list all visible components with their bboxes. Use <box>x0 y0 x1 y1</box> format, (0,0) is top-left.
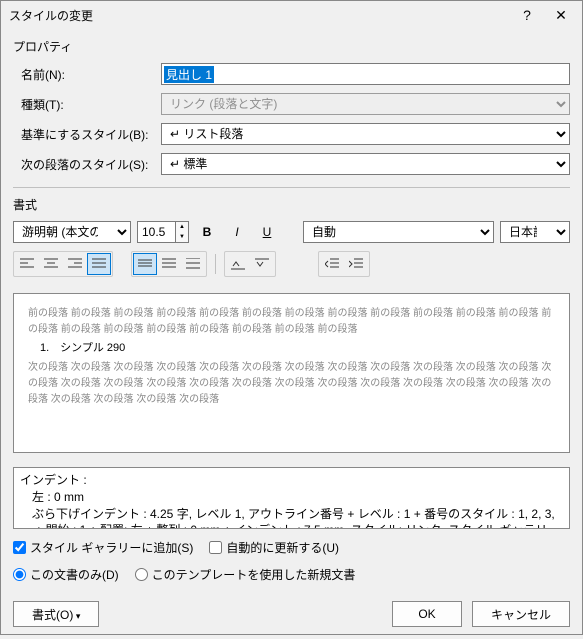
font-color-select[interactable]: 自動 <box>303 221 494 243</box>
name-input[interactable] <box>161 63 570 85</box>
titlebar: スタイルの変更 ? ✕ <box>1 1 582 30</box>
based-on-label: 基準にするスタイル(B): <box>13 126 155 143</box>
next-style-label: 次の段落のスタイル(S): <box>13 156 155 173</box>
properties-section-label: プロパティ <box>13 38 570 55</box>
underline-button[interactable]: U <box>255 221 279 243</box>
align-justify-button[interactable] <box>87 253 111 275</box>
language-select[interactable]: 日本語 <box>500 221 570 243</box>
type-select: リンク (段落と文字) <box>161 93 570 115</box>
indent-inc-button[interactable] <box>344 253 368 275</box>
line-space-2-button[interactable] <box>181 253 205 275</box>
modify-style-dialog: スタイルの変更 ? ✕ プロパティ 名前(N): 見出し 1 種類(T): リン… <box>0 0 583 635</box>
preview-next: 次の段落 次の段落 次の段落 次の段落 次の段落 次の段落 次の段落 次の段落 … <box>28 360 555 408</box>
align-right-button[interactable] <box>63 253 87 275</box>
size-spinner[interactable]: ▲▼ <box>175 221 189 243</box>
italic-button[interactable]: I <box>225 221 249 243</box>
format-section-label: 書式 <box>13 187 570 213</box>
description-box: インデント : 左 : 0 mm ぶら下げインデント : 4.25 字, レベル… <box>13 467 570 529</box>
dialog-title: スタイルの変更 <box>9 7 93 24</box>
format-toolbar: 游明朝 (本文のフ ▲▼ B I U 自動 日本語 <box>13 221 570 243</box>
template-radio[interactable]: このテンプレートを使用した新規文書 <box>135 566 356 583</box>
close-button[interactable]: ✕ <box>548 7 574 24</box>
based-on-select[interactable]: ↵ リスト段落 <box>161 123 570 145</box>
bold-button[interactable]: B <box>195 221 219 243</box>
line-space-15-button[interactable] <box>157 253 181 275</box>
align-left-button[interactable] <box>15 253 39 275</box>
size-input[interactable] <box>137 221 175 243</box>
space-before-inc-button[interactable] <box>226 253 250 275</box>
doc-only-radio[interactable]: この文書のみ(D) <box>13 566 119 583</box>
indent-dec-button[interactable] <box>320 253 344 275</box>
preview-box: 前の段落 前の段落 前の段落 前の段落 前の段落 前の段落 前の段落 前の段落 … <box>13 293 570 453</box>
next-style-select[interactable]: ↵ 標準 <box>161 153 570 175</box>
align-center-button[interactable] <box>39 253 63 275</box>
preview-current: 1. シンプル 290 <box>28 340 555 358</box>
add-gallery-check[interactable]: スタイル ギャラリーに追加(S) <box>13 539 193 556</box>
auto-update-check[interactable]: 自動的に更新する(U) <box>209 539 339 556</box>
help-button[interactable]: ? <box>514 7 540 24</box>
ok-button[interactable]: OK <box>392 601 462 627</box>
paragraph-toolbar <box>13 251 570 277</box>
name-label: 名前(N): <box>13 66 155 83</box>
cancel-button[interactable]: キャンセル <box>472 601 570 627</box>
type-label: 種類(T): <box>13 96 155 113</box>
preview-prev: 前の段落 前の段落 前の段落 前の段落 前の段落 前の段落 前の段落 前の段落 … <box>28 306 555 338</box>
font-select[interactable]: 游明朝 (本文のフ <box>13 221 131 243</box>
space-before-dec-button[interactable] <box>250 253 274 275</box>
name-value: 見出し 1 <box>164 66 214 83</box>
format-button[interactable]: 書式(O) <box>13 601 99 627</box>
line-space-1-button[interactable] <box>133 253 157 275</box>
